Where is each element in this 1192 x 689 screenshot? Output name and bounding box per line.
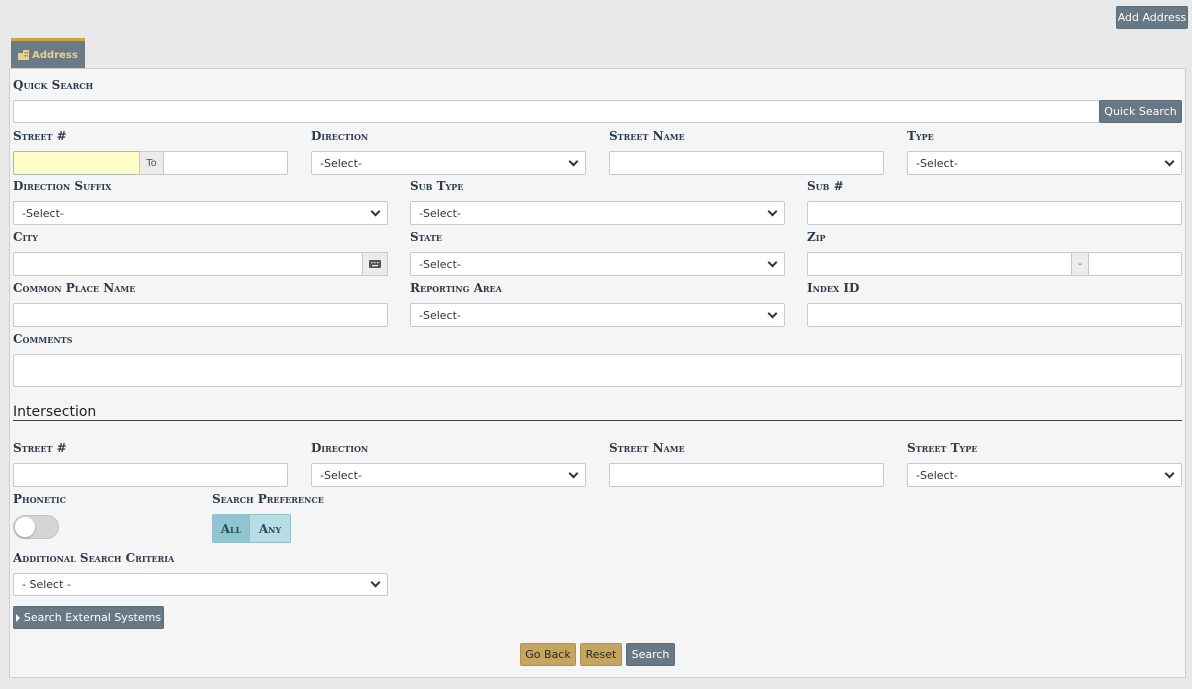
additional-criteria-selected: - Select - bbox=[22, 578, 71, 591]
city-label: City bbox=[13, 230, 38, 244]
direction-label: Direction bbox=[311, 129, 369, 143]
direction-suffix-label: Direction Suffix bbox=[13, 179, 112, 193]
type-select[interactable]: -Select- bbox=[907, 151, 1182, 175]
phonetic-label: Phonetic bbox=[13, 492, 67, 506]
index-id-input[interactable] bbox=[807, 303, 1182, 327]
quick-search-button[interactable]: Quick Search bbox=[1099, 100, 1182, 123]
search-button[interactable]: Search bbox=[626, 643, 675, 666]
phonetic-toggle[interactable] bbox=[13, 515, 59, 539]
chevron-down-icon bbox=[767, 308, 778, 318]
sub-no-input[interactable] bbox=[807, 201, 1182, 225]
tab-address[interactable]: Address bbox=[11, 38, 85, 69]
sub-type-select[interactable]: -Select- bbox=[410, 201, 785, 225]
intersection-street-no-label: Street # bbox=[13, 441, 67, 455]
street-name-label: Street Name bbox=[609, 129, 685, 143]
reporting-area-label: Reporting Area bbox=[410, 281, 502, 295]
chevron-down-icon bbox=[1164, 156, 1175, 166]
intersection-title: Intersection bbox=[13, 404, 97, 420]
search-preference-label: Search Preference bbox=[212, 492, 324, 506]
index-id-label: Index ID bbox=[807, 281, 860, 295]
reporting-area-selected: -Select- bbox=[419, 308, 461, 322]
caret-right-icon bbox=[15, 613, 20, 622]
street-no-input[interactable] bbox=[13, 151, 140, 175]
search-preference-any[interactable]: Any bbox=[249, 514, 291, 543]
intersection-street-type-select[interactable]: -Select- bbox=[907, 463, 1182, 487]
city-input[interactable] bbox=[13, 252, 363, 276]
chevron-down-icon bbox=[767, 257, 778, 267]
intersection-street-type-selected: -Select- bbox=[916, 468, 958, 482]
search-preference-all[interactable]: All bbox=[212, 514, 250, 543]
quick-search-input[interactable] bbox=[13, 100, 1100, 123]
sub-type-selected: -Select- bbox=[419, 206, 461, 220]
state-label: State bbox=[410, 230, 443, 244]
street-name-input[interactable] bbox=[609, 151, 884, 175]
reset-button[interactable]: Reset bbox=[580, 643, 622, 666]
direction-suffix-selected: -Select- bbox=[22, 206, 64, 220]
street-no-to-addon: To bbox=[139, 151, 164, 175]
tab-address-label: Address bbox=[32, 49, 78, 61]
quick-search-label: Quick Search bbox=[13, 78, 94, 92]
direction-suffix-select[interactable]: -Select- bbox=[13, 201, 388, 225]
intersection-divider bbox=[13, 420, 1182, 421]
sub-no-label: Sub # bbox=[807, 179, 844, 193]
building-icon bbox=[18, 50, 30, 60]
search-external-systems-label: Search External Systems bbox=[23, 611, 162, 624]
zip-label: Zip bbox=[807, 230, 826, 244]
additional-criteria-label: Additional Search Criteria bbox=[13, 551, 175, 565]
city-keyboard-button[interactable] bbox=[362, 252, 388, 276]
keyboard-icon bbox=[369, 260, 381, 268]
chevron-down-icon bbox=[767, 206, 778, 216]
intersection-street-no-input[interactable] bbox=[13, 463, 288, 487]
state-selected: -Select- bbox=[419, 257, 461, 271]
common-place-label: Common Place Name bbox=[13, 281, 136, 295]
chevron-down-icon bbox=[1164, 468, 1175, 478]
zip-input[interactable] bbox=[807, 252, 1072, 276]
additional-criteria-select[interactable]: - Select - bbox=[13, 573, 388, 596]
intersection-direction-label: Direction bbox=[311, 441, 369, 455]
type-selected: -Select- bbox=[916, 156, 958, 170]
chevron-down-icon bbox=[370, 577, 381, 588]
go-back-button[interactable]: Go Back bbox=[520, 643, 576, 666]
chevron-down-icon bbox=[568, 156, 579, 166]
comments-textarea[interactable] bbox=[13, 354, 1182, 387]
chevron-down-icon bbox=[568, 468, 579, 478]
direction-selected: -Select- bbox=[320, 156, 362, 170]
add-address-button[interactable]: Add Address bbox=[1116, 6, 1188, 29]
intersection-street-type-label: Street Type bbox=[907, 441, 978, 455]
intersection-street-name-input[interactable] bbox=[609, 463, 884, 487]
street-no-to-input[interactable] bbox=[163, 151, 288, 175]
type-label: Type bbox=[907, 129, 934, 143]
street-no-label: Street # bbox=[13, 129, 67, 143]
comments-label: Comments bbox=[13, 332, 73, 346]
common-place-input[interactable] bbox=[13, 303, 388, 327]
intersection-direction-selected: -Select- bbox=[320, 468, 362, 482]
reporting-area-select[interactable]: -Select- bbox=[410, 303, 785, 327]
direction-select[interactable]: -Select- bbox=[311, 151, 586, 175]
search-external-systems-button[interactable]: Search External Systems bbox=[13, 606, 164, 629]
zip-separator: - bbox=[1071, 252, 1089, 276]
intersection-direction-select[interactable]: -Select- bbox=[311, 463, 586, 487]
sub-type-label: Sub Type bbox=[410, 179, 464, 193]
toggle-knob bbox=[15, 517, 35, 537]
zip-ext-input[interactable] bbox=[1088, 252, 1182, 276]
intersection-street-name-label: Street Name bbox=[609, 441, 685, 455]
state-select[interactable]: -Select- bbox=[410, 252, 785, 276]
chevron-down-icon bbox=[370, 206, 381, 216]
